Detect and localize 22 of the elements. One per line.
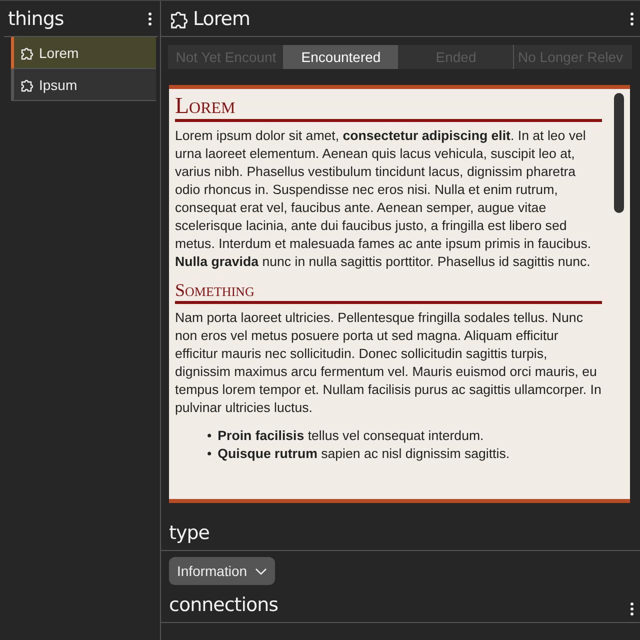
chevron-down-icon: [255, 568, 268, 574]
bullet-marker: •: [207, 445, 212, 463]
paragraph: Nam porta laoreet ultricies. Pellentesque fringilla sodales tellus. Nunc non eros vel metus posuere porta ut sed magna. Aliquam efficitur efficitur mauris nec sollicitudin. Donec sollicitudin sagittis turpis, dignissim maximus arcu fermentum vel. Mauris euismod orci mauris, eu tempus lorem tempor et. Nullam facilisis purus ac sagittis ullamcorper. In pulvinar ultricies luctus.: [175, 309, 602, 417]
puzzle-icon: [20, 78, 34, 92]
sidebar-title: things: [8, 8, 64, 30]
more-menu-icon[interactable]: [630, 12, 634, 26]
section-heading: Lorem: [175, 93, 602, 122]
more-menu-icon[interactable]: [148, 12, 152, 26]
paragraph: Lorem ipsum dolor sit amet, consectetur adipiscing elit. In at leo vel urna laoreet elementum. Aenean quis lacus vehicula, suscipit leo at, varius nibh. Phasellus vestibulum tincidunt lacus, dignissim pharetra odio rhoncus in. Suspendisse nec eros nisi. Nulla et enim rutrum, consequat erat vel, faucibus ante. Aenean semper, augue vitae scelerisque lacinia, ante dui faucibus justo, a fringilla est libero sed metus. Interdum et malesuada fames ac ante ipsum primis in faucibus. Nulla gravida nunc in nulla sagittis porttitor. Phasellus id sagittis nunc.: [175, 127, 592, 271]
section-title: connections: [169, 594, 278, 616]
sidebar-item[interactable]: Ipsum: [11, 69, 156, 101]
section-title: type: [169, 522, 210, 544]
bullet-marker: •: [207, 427, 212, 445]
section-heading: Something: [175, 279, 602, 304]
more-menu-icon[interactable]: [630, 602, 634, 616]
sidebar-item[interactable]: Lorem: [11, 37, 156, 69]
puzzle-icon: [20, 46, 34, 60]
status-tab[interactable]: Encountered: [283, 45, 398, 69]
bullet-item: Proin facilisis tellus vel consequat interdum.: [218, 427, 484, 445]
page-title: Lorem: [193, 8, 250, 30]
bullet-item: Quisque rutrum sapien ac nisl dignissim sagittis.: [218, 445, 510, 463]
type-dropdown[interactable]: Information: [169, 557, 276, 585]
